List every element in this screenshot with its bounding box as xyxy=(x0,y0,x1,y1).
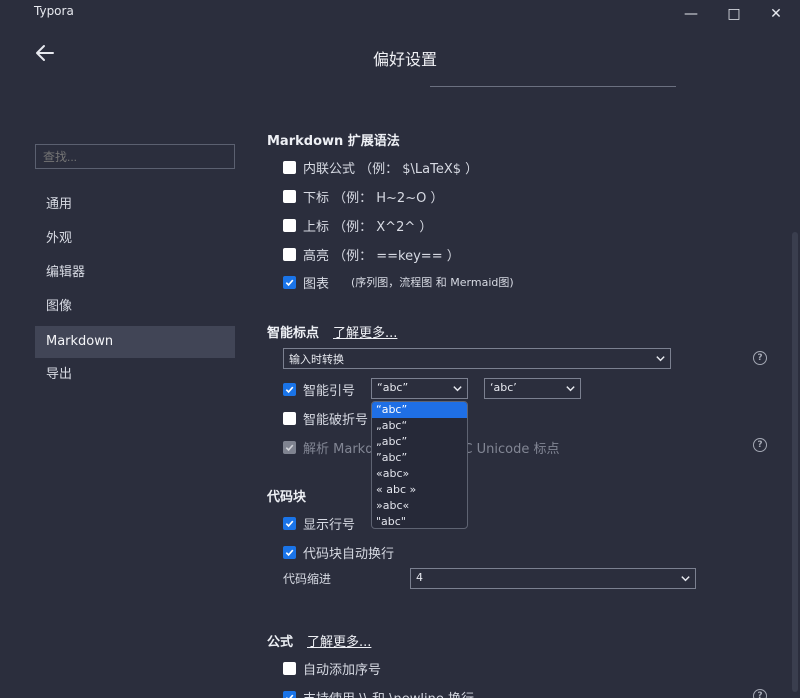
header: 偏好设置 xyxy=(0,28,800,86)
check-icon xyxy=(285,279,294,286)
chevron-down-icon xyxy=(453,386,462,392)
highlight-option[interactable]: 高亮 （例： ==key== ） xyxy=(283,244,460,264)
page-title: 偏好设置 xyxy=(372,50,437,69)
double-quote-select[interactable]: “abc” xyxy=(371,378,468,399)
inline-math-option[interactable]: 内联公式 （例： $\LaTeX$ ） xyxy=(283,157,478,177)
parse-unicode-checkbox xyxy=(283,440,296,454)
close-button[interactable]: ✕ xyxy=(766,4,786,24)
subscript-checkbox[interactable] xyxy=(283,189,296,203)
search-input[interactable] xyxy=(35,144,235,169)
subscript-label: 下标 （例： H~2~O ） xyxy=(303,190,444,206)
help-icon[interactable]: ? xyxy=(753,351,767,365)
newline-checkbox[interactable] xyxy=(283,690,296,698)
sidebar-item-appearance[interactable]: 外观 xyxy=(35,223,235,255)
code-indent-value: 4 xyxy=(416,571,423,584)
diagrams-note: (序列图，流程图 和 Mermaid图) xyxy=(351,276,514,289)
check-icon xyxy=(285,549,294,556)
superscript-checkbox[interactable] xyxy=(283,218,296,232)
newline-option[interactable]: 支持使用 \\ 和 \newline 换行 xyxy=(283,687,474,698)
smart-punct-title: 智能标点 xyxy=(267,326,320,341)
superscript-label: 上标 （例： X^2^ ） xyxy=(303,219,433,235)
auto-number-checkbox[interactable] xyxy=(283,661,296,675)
code-indent-label: 代码缩进 xyxy=(283,572,332,586)
scrollbar-thumb[interactable] xyxy=(792,232,798,692)
single-quote-select[interactable]: ‘abc’ xyxy=(484,378,581,399)
smart-quotes-option[interactable]: 智能引号 xyxy=(283,379,355,399)
line-numbers-option[interactable]: 显示行号 xyxy=(283,513,355,533)
subscript-option[interactable]: 下标 （例： H~2~O ） xyxy=(283,186,443,206)
quote-option[interactable]: "abc" xyxy=(372,514,467,528)
help-icon[interactable]: ? xyxy=(753,689,767,698)
superscript-option[interactable]: 上标 （例： X^2^ ） xyxy=(283,215,432,235)
smart-punct-mode-select[interactable]: 输入时转换 xyxy=(283,348,671,369)
quote-option[interactable]: «abc» xyxy=(372,466,467,482)
math-title: 公式 xyxy=(267,635,294,650)
title-bar: Typora — □ ✕ xyxy=(0,0,800,28)
auto-number-label: 自动添加序号 xyxy=(303,662,382,678)
parse-unicode-label-right: C Unicode 标点 xyxy=(463,441,560,457)
app-title: Typora xyxy=(34,4,74,18)
minimize-button[interactable]: — xyxy=(681,4,701,24)
chevron-down-icon xyxy=(656,356,665,362)
line-numbers-checkbox[interactable] xyxy=(283,516,296,530)
quote-style-dropdown[interactable]: “abc” „abc“ „abc” ”abc” «abc» « abc » »a… xyxy=(371,401,468,529)
auto-number-option[interactable]: 自动添加序号 xyxy=(283,658,381,678)
chevron-down-icon xyxy=(681,576,690,582)
chevron-down-icon xyxy=(566,386,575,392)
smart-dash-label: 智能破折号 xyxy=(303,412,369,428)
smart-quotes-label: 智能引号 xyxy=(303,383,356,399)
diagrams-checkbox[interactable] xyxy=(283,275,296,289)
quote-option[interactable]: ”abc” xyxy=(372,450,467,466)
check-icon xyxy=(285,694,294,698)
check-icon xyxy=(285,386,294,393)
sidebar-item-image[interactable]: 图像 xyxy=(35,291,235,323)
smart-punct-learn-more-link[interactable]: 了解更多... xyxy=(333,322,397,341)
partial-field-underline xyxy=(430,84,676,87)
smart-quotes-checkbox[interactable] xyxy=(283,382,296,396)
single-quote-value: ‘abc’ xyxy=(490,381,517,394)
smart-punct-mode-value: 输入时转换 xyxy=(289,353,344,366)
code-wrap-label: 代码块自动换行 xyxy=(303,546,395,562)
check-icon xyxy=(285,444,294,451)
newline-label: 支持使用 \\ 和 \newline 换行 xyxy=(303,688,474,698)
quote-option[interactable]: „abc“ xyxy=(372,418,467,434)
sidebar-item-editor[interactable]: 编辑器 xyxy=(35,257,235,289)
inline-math-label: 内联公式 （例： $\LaTeX$ ） xyxy=(303,161,479,177)
code-block-title: 代码块 xyxy=(267,490,307,505)
diagrams-label: 图表 xyxy=(303,276,330,292)
code-wrap-checkbox[interactable] xyxy=(283,545,296,559)
code-wrap-option[interactable]: 代码块自动换行 xyxy=(283,542,394,562)
sidebar-item-export[interactable]: 导出 xyxy=(35,359,235,391)
quote-option[interactable]: »abc« xyxy=(372,498,467,514)
highlight-checkbox[interactable] xyxy=(283,247,296,261)
check-icon xyxy=(285,520,294,527)
math-learn-more-link[interactable]: 了解更多... xyxy=(307,631,371,650)
line-numbers-label: 显示行号 xyxy=(303,517,356,533)
parse-unicode-label-left: 解析 Markdo xyxy=(303,441,382,457)
quote-option[interactable]: „abc” xyxy=(372,434,467,450)
smart-dash-checkbox[interactable] xyxy=(283,411,296,425)
sidebar-item-general[interactable]: 通用 xyxy=(35,189,235,221)
maximize-button[interactable]: □ xyxy=(724,4,744,24)
code-indent-select[interactable]: 4 xyxy=(410,568,696,589)
help-icon[interactable]: ? xyxy=(753,438,767,452)
smart-dash-option[interactable]: 智能破折号 xyxy=(283,408,368,428)
double-quote-value: “abc” xyxy=(377,381,409,394)
markdown-ext-title: Markdown 扩展语法 xyxy=(267,134,400,149)
highlight-label: 高亮 （例： ==key== ） xyxy=(303,248,460,264)
sidebar-item-markdown[interactable]: Markdown xyxy=(35,326,235,358)
quote-option[interactable]: « abc » xyxy=(372,482,467,498)
quote-option[interactable]: “abc” xyxy=(372,402,467,418)
diagrams-option[interactable]: 图表 (序列图，流程图 和 Mermaid图) xyxy=(283,272,514,292)
inline-math-checkbox[interactable] xyxy=(283,160,296,174)
